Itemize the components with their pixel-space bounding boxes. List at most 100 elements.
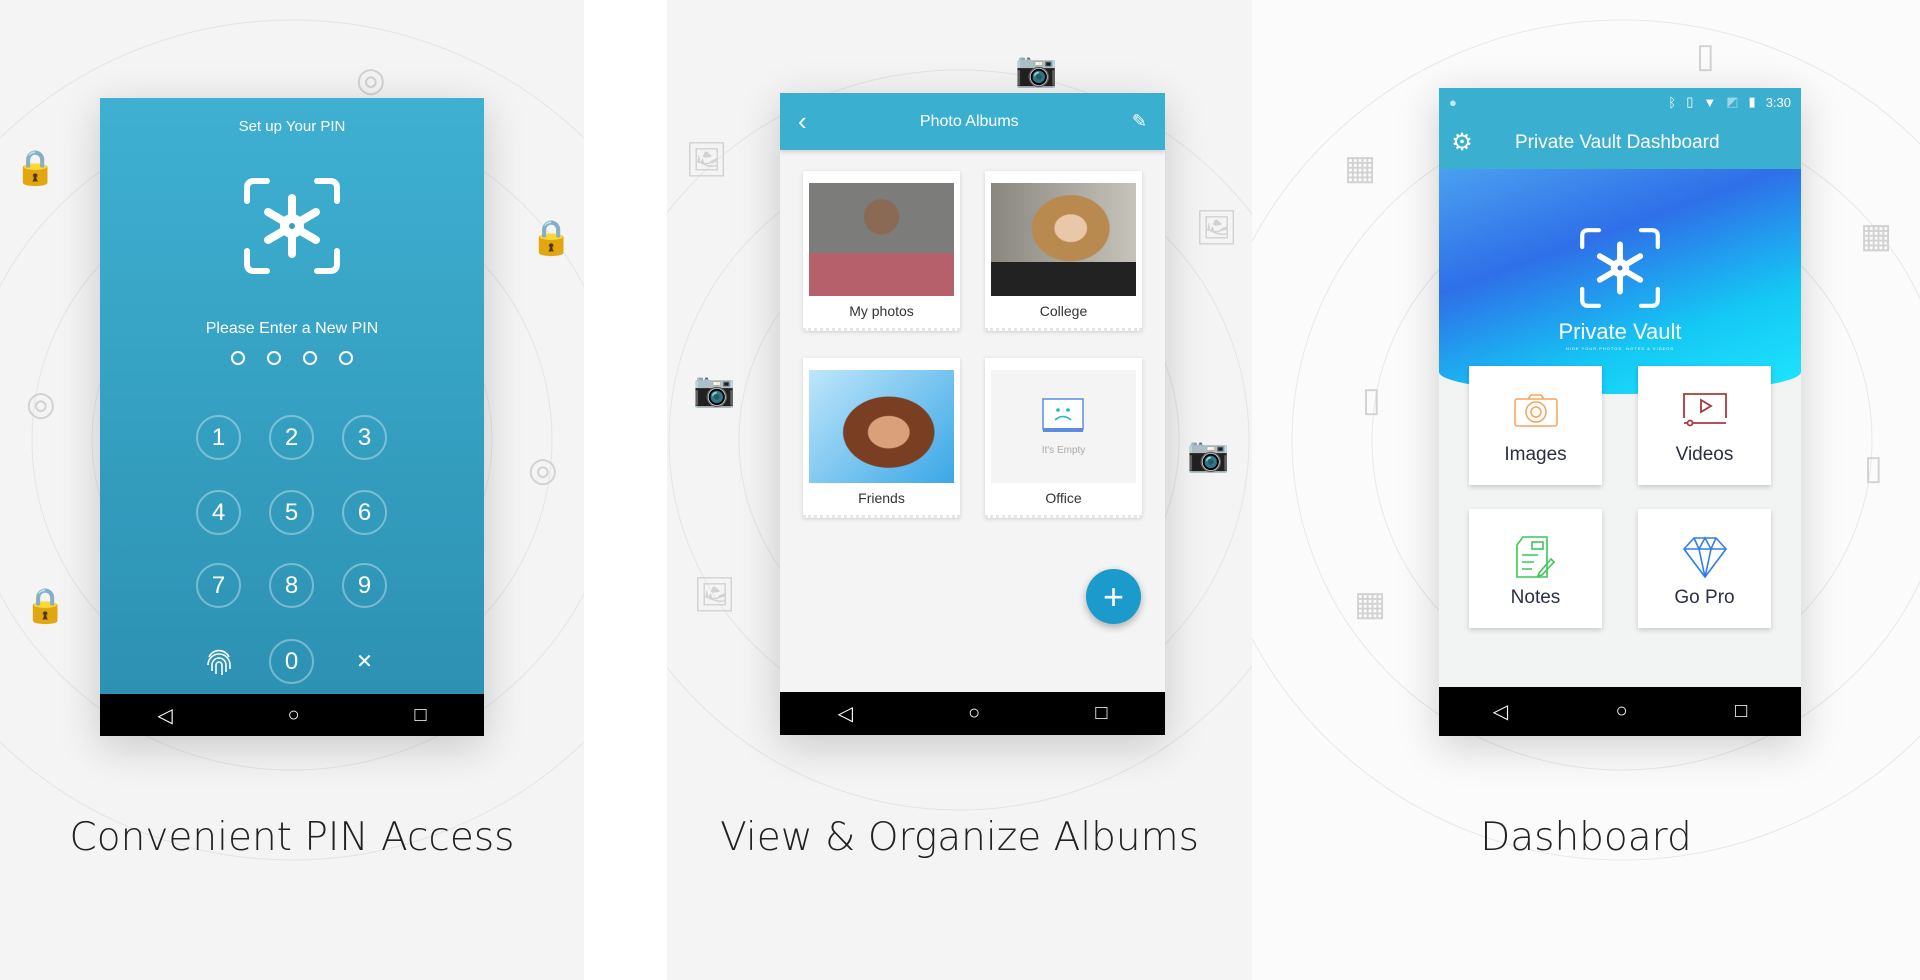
toolbar: ⚙ Private Vault Dashboard <box>1439 116 1801 169</box>
album-card[interactable]: It's Empty Office <box>985 358 1142 518</box>
nav-back-button[interactable]: ◁ <box>838 701 853 726</box>
delete-key[interactable]: ✕ <box>342 639 387 684</box>
vibrate-icon: ▯ <box>1686 94 1694 109</box>
tile-label: Images <box>1504 444 1567 465</box>
albums-screen: ‹ Photo Albums ✎ My photos College Frien… <box>780 93 1165 735</box>
album-thumbnail <box>809 370 954 483</box>
battery-icon: ▮ <box>1748 94 1756 109</box>
camera-icon <box>1514 394 1558 427</box>
camera-icon: 📷 <box>1187 436 1230 474</box>
nav-back-button[interactable]: ◁ <box>157 703 172 728</box>
no-sim-icon: ◩ <box>1726 94 1739 109</box>
tile-label: Go Pro <box>1674 587 1735 608</box>
phone-icon: ▯ <box>1864 449 1883 487</box>
nav-home-button[interactable]: ○ <box>968 702 980 725</box>
tile-label: Videos <box>1675 444 1734 465</box>
key-3[interactable]: 3 <box>342 415 387 460</box>
album-label: Friends <box>858 490 905 506</box>
pin-dot <box>303 351 317 365</box>
image-icon: 🖼 <box>1195 209 1239 247</box>
album-card[interactable]: College <box>985 171 1142 331</box>
key-2[interactable]: 2 <box>269 415 314 460</box>
camera-icon: 📷 <box>693 371 736 409</box>
fingerprint-icon: ◎ <box>356 61 386 99</box>
empty-text: It's Empty <box>1041 445 1086 456</box>
image-icon: 🖼 <box>693 576 737 614</box>
brand-name: Private Vault <box>1558 319 1682 344</box>
key-9[interactable]: 9 <box>342 563 387 608</box>
brand-tagline: HIDE YOUR PHOTOS, NOTES & VIDEOS <box>1565 346 1675 351</box>
pencil-icon[interactable]: ✎ <box>1132 111 1147 132</box>
toolbar: ‹ Photo Albums ✎ <box>780 93 1165 150</box>
android-nav-bar: ◁ ○ □ <box>100 694 484 736</box>
phone-icon: ▯ <box>1362 381 1381 419</box>
tile-go-pro[interactable]: Go Pro <box>1638 509 1771 628</box>
key-1[interactable]: 1 <box>196 415 241 460</box>
gear-icon[interactable]: ⚙ <box>1439 128 1485 157</box>
album-card[interactable]: Friends <box>803 358 960 518</box>
album-thumbnail <box>809 183 954 296</box>
key-8[interactable]: 8 <box>269 563 314 608</box>
nav-home-button[interactable]: ○ <box>1616 700 1628 723</box>
pin-prompt: Please Enter a New PIN <box>205 320 379 337</box>
screen-title: Private Vault Dashboard <box>1515 131 1720 153</box>
sad-face-icon <box>1042 398 1084 432</box>
add-grid-icon: ▦ <box>1344 149 1377 187</box>
nav-recents-button[interactable]: □ <box>1095 702 1107 725</box>
nav-home-button[interactable]: ○ <box>288 704 300 727</box>
pin-screen: Set up Your PIN Please Enter a New PIN 1… <box>100 98 484 736</box>
key-6[interactable]: 6 <box>342 490 387 535</box>
album-thumbnail <box>991 183 1136 296</box>
add-album-button[interactable]: + <box>1086 569 1141 624</box>
nav-recents-button[interactable]: □ <box>414 704 426 727</box>
key-7[interactable]: 7 <box>196 563 241 608</box>
android-nav-bar: ◁ ○ □ <box>1439 687 1801 736</box>
tile-notes[interactable]: Notes <box>1469 509 1602 628</box>
lock-icon: 🔒 <box>14 149 57 187</box>
phone-icon: ▯ <box>1696 37 1715 75</box>
fingerprint-icon[interactable] <box>196 639 241 684</box>
lock-icon: 🔒 <box>530 219 573 257</box>
video-icon <box>1683 393 1727 427</box>
camera-icon: 📷 <box>1015 51 1058 89</box>
album-empty-placeholder: It's Empty <box>991 370 1136 483</box>
back-icon[interactable]: ‹ <box>798 106 807 137</box>
key-0[interactable]: 0 <box>269 639 314 684</box>
nav-back-button[interactable]: ◁ <box>1493 699 1508 724</box>
android-nav-bar: ◁ ○ □ <box>780 692 1165 735</box>
caption: View & Organize Albums <box>720 815 1199 860</box>
key-4[interactable]: 4 <box>196 490 241 535</box>
screen-title: Set up Your PIN <box>238 118 346 135</box>
pin-dot <box>339 351 353 365</box>
album-label: College <box>1039 303 1088 319</box>
album-label: My photos <box>849 303 914 319</box>
status-bar: ● ᛒ ▯ ▼ ◩ ▮ 3:30 <box>1439 88 1801 116</box>
caption: Dashboard <box>1480 815 1692 860</box>
vault-logo-icon <box>244 178 340 274</box>
album-label: Office <box>1045 490 1082 506</box>
image-icon: 🖼 <box>685 141 729 179</box>
clock: 3:30 <box>1765 94 1791 110</box>
tile-videos[interactable]: Videos <box>1638 366 1771 485</box>
screen-title: Photo Albums <box>919 112 1019 130</box>
tile-label: Notes <box>1510 587 1561 608</box>
hero-banner: Private Vault HIDE YOUR PHOTOS, NOTES & … <box>1439 169 1801 394</box>
key-5[interactable]: 5 <box>269 490 314 535</box>
dashboard-screen: Private Vault HIDE YOUR PHOTOS, NOTES & … <box>1439 88 1801 736</box>
diamond-icon <box>1682 536 1728 579</box>
tile-images[interactable]: Images <box>1469 366 1602 485</box>
notes-icon <box>1516 536 1556 578</box>
bluetooth-icon: ᛒ <box>1668 94 1677 110</box>
pin-dots <box>100 351 484 365</box>
fingerprint-icon: ◎ <box>528 451 558 489</box>
add-grid-icon: ▦ <box>1354 585 1387 623</box>
caption: Convenient PIN Access <box>69 815 515 860</box>
vault-logo-icon <box>1580 228 1660 308</box>
add-grid-icon: ▦ <box>1860 217 1893 255</box>
nav-recents-button[interactable]: □ <box>1735 700 1747 723</box>
album-card[interactable]: My photos <box>803 171 960 331</box>
notification-dot-icon: ● <box>1449 94 1457 110</box>
wifi-icon: ▼ <box>1703 94 1717 110</box>
pin-dot <box>231 351 245 365</box>
lock-icon: 🔒 <box>24 587 67 625</box>
